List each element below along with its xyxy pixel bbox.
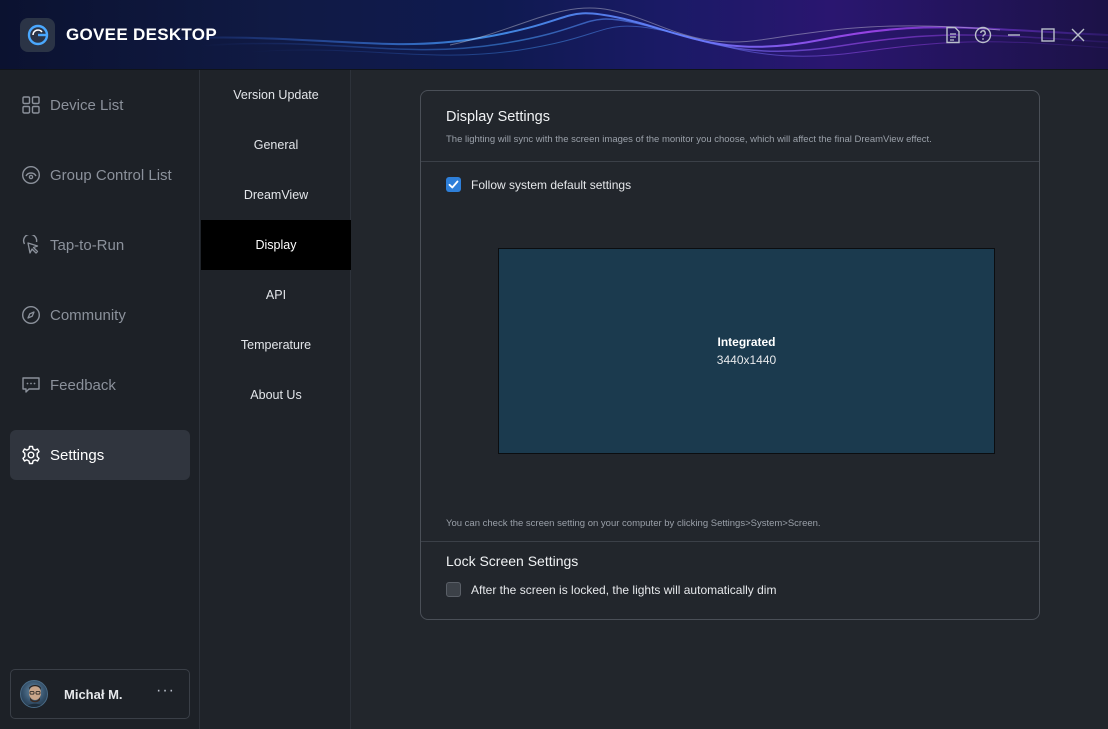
govee-logo bbox=[20, 18, 55, 52]
title-bar: GOVEE DESKTOP bbox=[0, 0, 1108, 70]
subnav-item-general[interactable]: General bbox=[201, 120, 351, 170]
close-icon[interactable] bbox=[1067, 24, 1089, 46]
divider bbox=[421, 161, 1039, 162]
auto-dim-checkbox[interactable] bbox=[446, 582, 461, 597]
settings-subnav: Version Update General DreamView Display… bbox=[200, 70, 351, 729]
compass-icon bbox=[21, 305, 41, 325]
document-icon[interactable] bbox=[942, 24, 964, 46]
subnav-item-about-us[interactable]: About Us bbox=[201, 370, 351, 420]
user-name: Michał M. bbox=[64, 686, 123, 702]
auto-dim-label[interactable]: After the screen is locked, the lights w… bbox=[471, 583, 776, 597]
subnav-item-dreamview[interactable]: DreamView bbox=[201, 170, 351, 220]
minimize-icon[interactable] bbox=[1003, 24, 1025, 46]
follow-default-label[interactable]: Follow system default settings bbox=[471, 178, 631, 192]
display-settings-description: The lighting will sync with the screen i… bbox=[446, 134, 932, 145]
lock-screen-title: Lock Screen Settings bbox=[446, 553, 579, 569]
checkmark-icon bbox=[448, 180, 459, 189]
help-icon[interactable] bbox=[972, 24, 994, 46]
avatar bbox=[20, 680, 48, 708]
monitor-name: Integrated bbox=[717, 335, 776, 349]
sidebar-item-label: Settings bbox=[50, 446, 105, 464]
tap-icon bbox=[21, 235, 41, 255]
sidebar-item-label: Tap-to-Run bbox=[50, 236, 125, 254]
main-content: Display Settings The lighting will sync … bbox=[351, 70, 1108, 729]
display-settings-title: Display Settings bbox=[446, 109, 550, 125]
sidebar-item-device-list[interactable]: Device List bbox=[10, 80, 190, 130]
sidebar-item-label: Community bbox=[50, 306, 126, 324]
monitor-resolution: 3440x1440 bbox=[716, 353, 777, 367]
main-sidebar: Device List Group Control List Tap-to-Ru… bbox=[0, 70, 200, 729]
gear-icon bbox=[21, 445, 41, 465]
subnav-item-api[interactable]: API bbox=[201, 270, 351, 320]
sidebar-item-tap-to-run[interactable]: Tap-to-Run bbox=[10, 220, 190, 270]
screen-setting-hint: You can check the screen setting on your… bbox=[446, 518, 821, 529]
govee-logo-icon bbox=[27, 24, 48, 46]
sidebar-item-label: Group Control List bbox=[50, 166, 172, 184]
group-icon bbox=[21, 165, 41, 185]
sidebar-item-label: Device List bbox=[50, 96, 124, 114]
monitor-preview[interactable]: Integrated 3440x1440 bbox=[498, 248, 995, 454]
sidebar-item-feedback[interactable]: Feedback bbox=[10, 360, 190, 410]
subnav-item-temperature[interactable]: Temperature bbox=[201, 320, 351, 370]
app-title: GOVEE DESKTOP bbox=[66, 25, 217, 44]
display-settings-card: Display Settings The lighting will sync … bbox=[420, 90, 1040, 620]
sidebar-item-community[interactable]: Community bbox=[10, 290, 190, 340]
user-profile-card[interactable]: Michał M. ··· bbox=[10, 669, 190, 719]
subnav-item-display[interactable]: Display bbox=[201, 220, 351, 270]
divider bbox=[421, 541, 1039, 542]
sidebar-item-settings[interactable]: Settings bbox=[10, 430, 190, 480]
more-options-icon[interactable]: ··· bbox=[156, 682, 175, 700]
maximize-icon[interactable] bbox=[1037, 24, 1059, 46]
sidebar-item-label: Feedback bbox=[50, 376, 116, 394]
follow-default-checkbox[interactable] bbox=[446, 177, 461, 192]
feedback-icon bbox=[21, 375, 41, 395]
sidebar-item-group-control-list[interactable]: Group Control List bbox=[10, 150, 190, 200]
subnav-item-version-update[interactable]: Version Update bbox=[201, 70, 351, 120]
grid-icon bbox=[21, 95, 41, 115]
